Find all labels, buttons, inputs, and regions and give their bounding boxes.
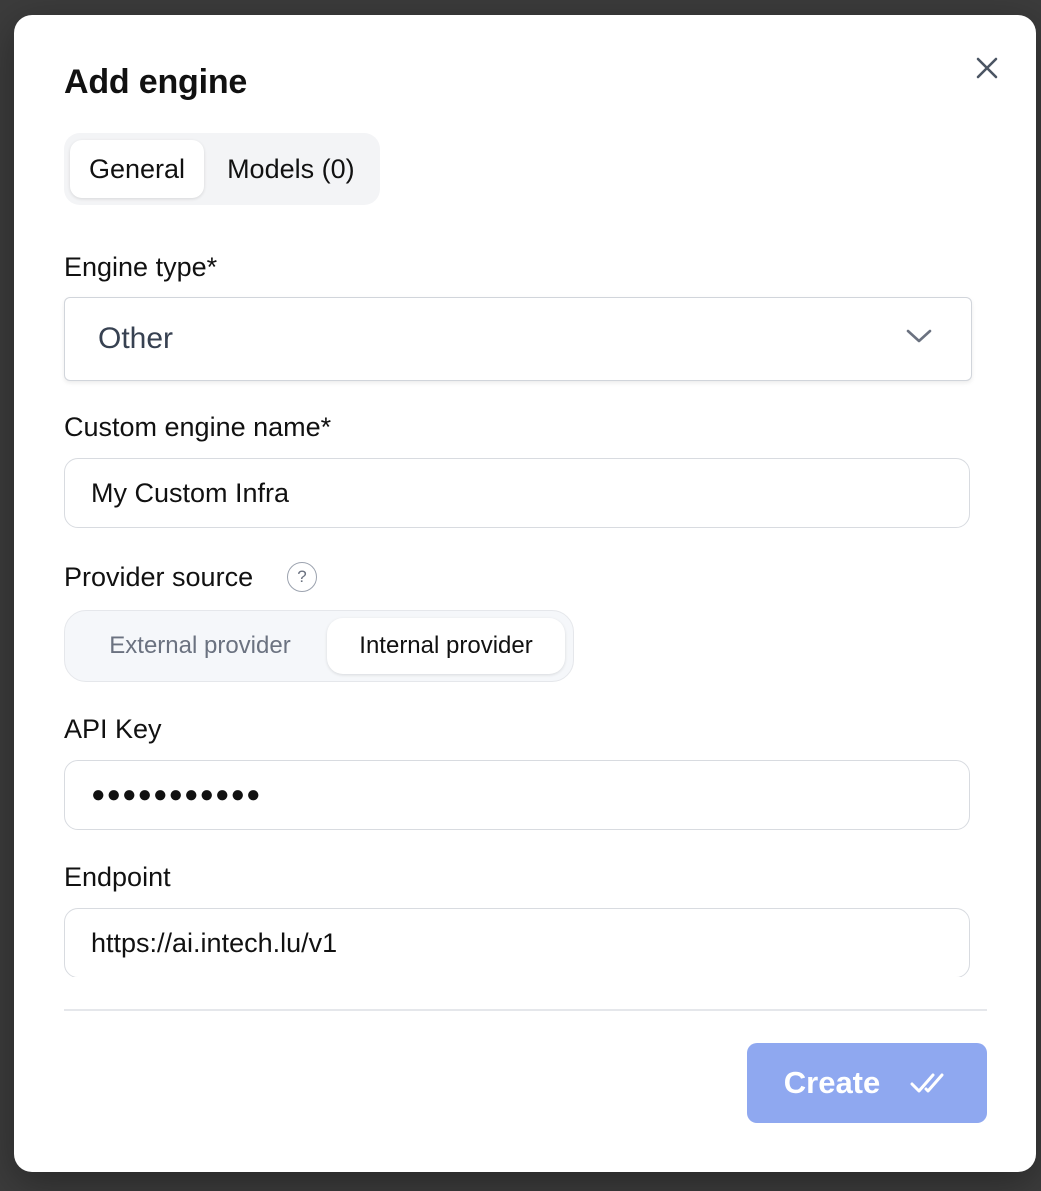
scroll-fade [64,977,974,999]
endpoint-input[interactable] [64,908,970,978]
endpoint-label: Endpoint [64,862,171,892]
engine-type-value: Other [98,322,174,355]
dialog-title: Add engine [64,63,248,101]
create-button[interactable]: Create [747,1043,987,1123]
help-icon[interactable]: ? [287,562,317,592]
footer-divider [64,1009,987,1011]
close-icon [976,57,998,79]
external-provider-option[interactable]: External provider [73,618,327,674]
close-button[interactable] [970,51,1004,85]
engine-type-label: Engine type* [64,252,218,282]
api-key-input[interactable]: ●●●●●●●●●●● [64,760,970,830]
engine-type-select[interactable]: Other [64,297,972,381]
tab-general[interactable]: General [70,140,205,198]
double-check-icon [910,1073,944,1093]
add-engine-dialog: Add engine General Models (0) Engine typ… [14,15,1036,1172]
create-button-label: Create [783,1065,881,1100]
custom-engine-name-input[interactable] [64,458,970,528]
tab-models[interactable]: Models (0) [208,140,374,198]
tab-list: General Models (0) [64,133,380,205]
provider-source-toggle: External provider Internal provider [64,610,574,682]
provider-source-label: Provider source [64,562,254,592]
api-key-masked-value: ●●●●●●●●●●● [91,781,262,808]
chevron-down-icon [906,329,932,343]
internal-provider-option[interactable]: Internal provider [327,618,565,674]
api-key-label: API Key [64,714,162,744]
custom-engine-name-label: Custom engine name* [64,412,332,442]
